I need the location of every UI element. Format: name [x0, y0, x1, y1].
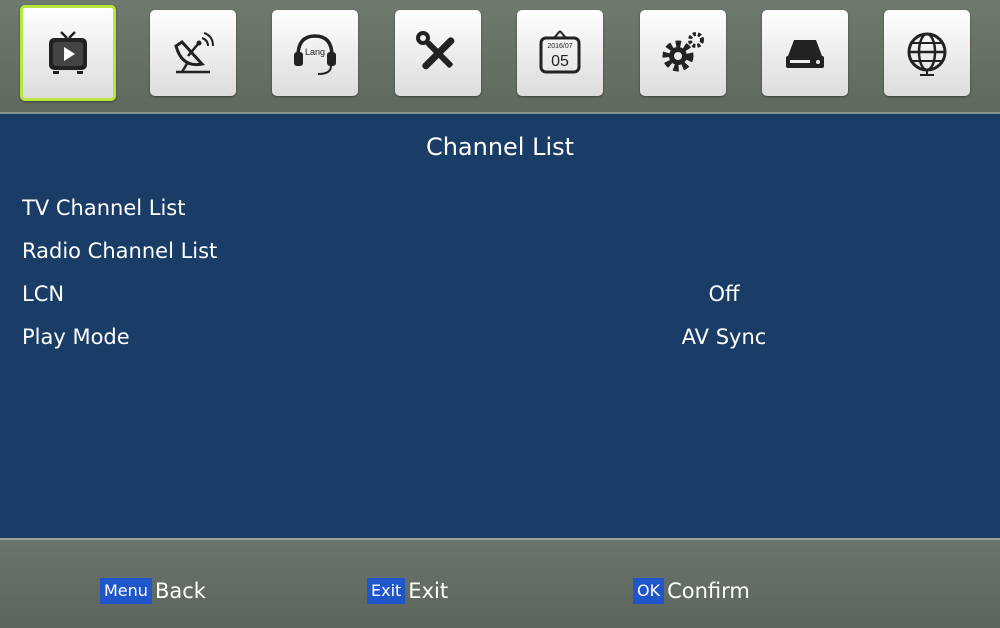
tab-network[interactable] [884, 10, 970, 96]
menu-item-label: LCN [22, 282, 65, 306]
storage-drive-icon [786, 40, 824, 68]
calendar-date-day: 05 [551, 53, 569, 70]
menu-item-tv-channel-list[interactable]: TV Channel List [22, 196, 982, 236]
globe-icon [907, 32, 947, 76]
play-mode-value[interactable]: AV Sync [622, 325, 826, 349]
menu-item-radio-channel-list[interactable]: Radio Channel List [22, 239, 982, 279]
language-headset-icon: Lang [294, 34, 336, 75]
back-hint[interactable]: Menu Back [100, 578, 206, 604]
ok-key: OK [633, 578, 665, 604]
confirm-hint[interactable]: OK Confirm [633, 578, 750, 604]
menu-item-label: Radio Channel List [22, 239, 218, 263]
tab-timer[interactable]: 2016/07 05 [517, 10, 603, 96]
top-menu-bar: Lang 2016/07 05 [0, 0, 1000, 114]
tab-system[interactable] [395, 10, 481, 96]
back-label: Back [154, 579, 206, 603]
exit-label: Exit [408, 579, 449, 603]
lcn-value[interactable]: Off [622, 282, 826, 306]
calendar-date-top: 2016/07 [547, 43, 572, 50]
lang-label: Lang [305, 47, 325, 57]
confirm-label: Confirm [667, 579, 750, 603]
menu-item-lcn[interactable]: LCN Off [22, 282, 982, 322]
menu-item-label: Play Mode [22, 325, 130, 349]
exit-key: Exit [367, 578, 406, 604]
gears-icon [662, 32, 704, 72]
menu-item-label: TV Channel List [22, 196, 186, 220]
tab-settings[interactable] [640, 10, 726, 96]
menu-item-play-mode[interactable]: Play Mode AV Sync [22, 325, 982, 365]
tools-icon [416, 31, 455, 70]
tab-channel[interactable] [20, 5, 116, 101]
satellite-dish-icon [174, 32, 214, 74]
calendar-icon: 2016/07 05 [539, 30, 581, 74]
tab-storage[interactable] [762, 10, 848, 96]
exit-hint[interactable]: Exit Exit [367, 578, 448, 604]
tab-language[interactable]: Lang [272, 10, 358, 96]
tv-icon [49, 31, 87, 74]
tab-installation[interactable] [150, 10, 236, 96]
page-title: Channel List [425, 133, 575, 161]
menu-key: Menu [100, 578, 152, 604]
